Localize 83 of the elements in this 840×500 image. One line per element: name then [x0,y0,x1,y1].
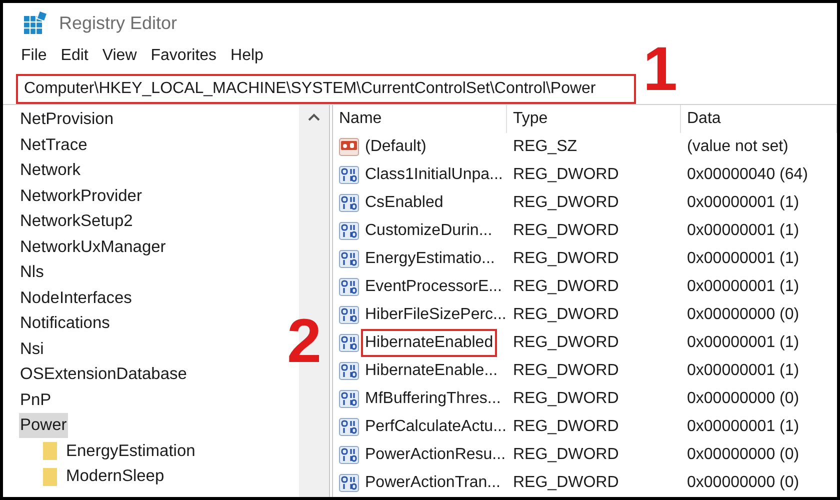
binary-value-icon [339,446,359,464]
binary-value-icon [339,418,359,436]
tree-item[interactable]: Network [19,158,82,184]
string-value-icon [339,138,359,156]
tree-item[interactable]: Nls [19,260,45,286]
value-type: REG_DWORD [512,389,620,409]
value-data: 0x00000001 (1) [686,193,800,213]
binary-value-icon [339,194,359,212]
menu-item[interactable]: Edit [60,44,88,68]
value-data: 0x00000040 (64) [686,165,809,185]
column-header[interactable]: Data [681,105,837,133]
tree-item[interactable]: Notifications [19,311,111,336]
value-data: 0x00000000 (0) [686,445,800,465]
binary-value-icon [339,222,359,240]
binary-value-icon [339,306,359,324]
tree-item[interactable]: NetProvision [19,107,115,132]
address-bar[interactable]: Computer\HKEY_LOCAL_MACHINE\SYSTEM\CurrentControlSet\Control\Power [16,74,636,104]
value-name[interactable]: CsEnabled [361,189,448,217]
binary-value-icon [339,278,359,296]
value-name[interactable]: Class1InitialUnpa... [361,161,507,189]
value-data: 0x00000001 (1) [686,221,800,241]
value-type: REG_DWORD [512,249,620,269]
menu-item[interactable]: File [21,44,47,68]
value-name[interactable]: HiberFileSizePerc... [361,301,510,329]
value-name[interactable]: PerfCalculateActu... [361,413,510,441]
value-data: 0x00000001 (1) [686,361,800,381]
value-name[interactable]: (Default) [361,133,430,161]
value-data: 0x00000001 (1) [686,277,800,297]
folder-icon [43,468,57,486]
value-type: REG_DWORD [512,193,620,213]
value-type: REG_DWORD [512,305,620,325]
tree-item[interactable]: NetworkSetup2 [19,209,134,234]
value-type: REG_DWORD [512,333,620,353]
binary-value-icon [339,166,359,184]
value-name[interactable]: PowerActionResu... [361,441,510,469]
registry-icon [23,11,47,35]
menu-item[interactable]: Help [230,44,264,68]
tree-item[interactable]: NetworkUxManager [19,234,167,260]
binary-value-icon [339,390,359,408]
value-data: 0x00000001 (1) [686,333,800,353]
binary-value-icon [339,250,359,268]
binary-value-icon [339,362,359,380]
tree-item[interactable]: PnP [19,388,52,413]
value-name[interactable]: EventProcessorE... [361,273,506,301]
value-name[interactable]: CustomizeDurin... [361,217,496,245]
value-data: 0x00000001 (1) [686,417,800,437]
column-header[interactable]: Name [333,105,507,133]
value-type: REG_DWORD [512,361,620,381]
value-type: REG_DWORD [512,165,620,185]
value-type: REG_DWORD [512,221,620,241]
value-type: REG_DWORD [512,445,620,465]
tree-item[interactable]: Nsi [19,336,45,362]
value-type: REG_DWORD [512,417,620,437]
annotation-number: 2 [287,311,322,373]
tree-item[interactable]: NetTrace [19,132,88,158]
value-name[interactable]: MfBufferingThres... [361,385,505,413]
value-name[interactable]: HibernateEnable... [361,357,502,385]
value-type: REG_DWORD [512,277,620,297]
tree-item[interactable]: OSExtensionDatabase [19,362,188,388]
value-data: 0x00000001 (1) [686,249,800,269]
tree-item[interactable]: Power [19,413,68,438]
value-name[interactable]: PowerActionTran... [361,469,504,497]
binary-value-icon [339,474,359,492]
menu-item[interactable]: View [102,44,137,68]
tree-item[interactable]: EnergyEstimation [65,438,196,464]
value-name[interactable]: HibernateEnabled [361,329,498,357]
value-data: (value not set) [686,137,790,157]
value-data: 0x00000000 (0) [686,473,800,493]
tree-item[interactable]: NodeInterfaces [19,286,133,311]
value-type: REG_SZ [512,137,578,157]
value-type: REG_DWORD [512,473,620,493]
annotation-number: 1 [643,39,678,101]
window-title: Registry Editor [59,12,178,35]
value-data: 0x00000000 (0) [686,305,800,325]
binary-value-icon [339,334,359,352]
value-data: 0x00000000 (0) [686,389,800,409]
column-header[interactable]: Type [507,105,681,133]
tree-item[interactable]: ModernSleep [65,464,166,490]
tree-item[interactable]: NetworkProvider [19,184,143,209]
folder-icon [43,442,57,460]
menu-item[interactable]: Favorites [150,44,217,68]
value-name[interactable]: EnergyEstimatio... [361,245,499,273]
scroll-up-icon[interactable] [308,113,320,121]
